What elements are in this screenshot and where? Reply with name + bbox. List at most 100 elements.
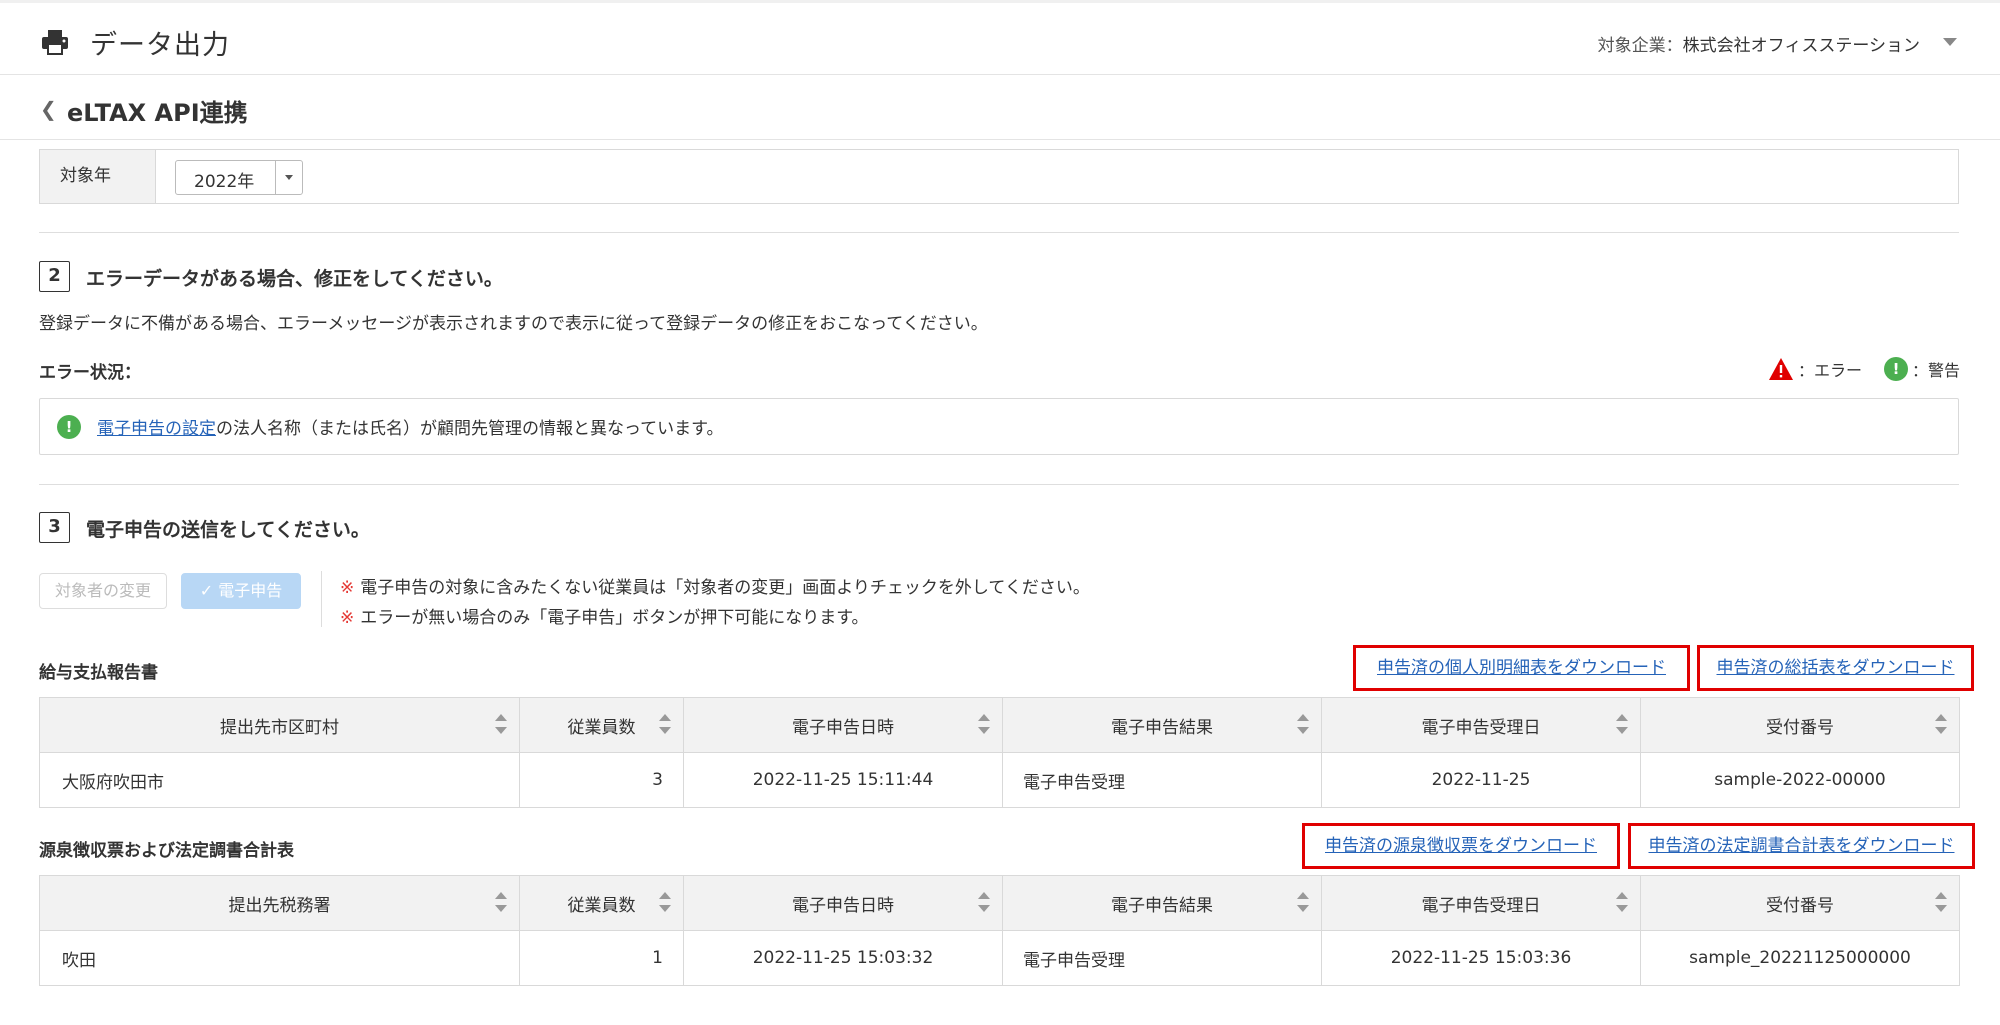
download-totals-link[interactable]: 申告済の法定調書合計表をダウンロード	[1649, 836, 1955, 856]
chevron-left-icon[interactable]: ❮	[40, 97, 57, 121]
note-text: 電子申告の対象に含みたくない従業員は「対象者の変更」画面よりチェックを外してくだ…	[360, 578, 1090, 598]
sort-icon[interactable]	[495, 714, 507, 736]
column-header[interactable]: 受付番号	[1640, 875, 1960, 931]
column-header[interactable]: 電子申告日時	[683, 697, 1003, 753]
error-message: 電子申告の設定の法人名称（または氏名）が顧問先管理の情報と異なっています。	[97, 414, 723, 439]
column-header-label: 電子申告結果	[1111, 717, 1213, 738]
cell-city: 大阪府吹田市	[39, 752, 520, 808]
column-header[interactable]: 提出先市区町村	[39, 697, 520, 753]
sort-icon[interactable]	[659, 892, 671, 914]
year-select-toggle[interactable]	[275, 161, 302, 194]
step-2-description: 登録データに不備がある場合、エラーメッセージが表示されますので表示に従って登録デ…	[39, 314, 988, 334]
status-legend: ：エラー ! ：警告	[1746, 356, 1960, 382]
column-header-label: 提出先市区町村	[220, 717, 339, 738]
legend-warning-label: ：警告	[1911, 361, 1960, 380]
column-header-label: 従業員数	[567, 717, 636, 738]
sort-icon[interactable]	[1616, 714, 1628, 736]
withholding-table: 提出先税務署 従業員数 電子申告日時 電子申告結果 電子申告受理日 受付番号 吹…	[39, 875, 1960, 986]
column-header-label: 電子申告受理日	[1421, 895, 1541, 916]
error-message-box: ! 電子申告の設定の法人名称（または氏名）が顧問先管理の情報と異なっています。	[39, 398, 1959, 455]
warning-circle-icon: !	[57, 415, 81, 439]
note-mark: ※	[340, 608, 355, 628]
legend-error: ：エラー	[1768, 357, 1862, 381]
caret-down-icon	[285, 175, 293, 180]
column-header-label: 受付番号	[1766, 717, 1834, 738]
year-filter-row: 対象年 2022年	[39, 149, 1959, 204]
sort-icon[interactable]	[1935, 714, 1947, 736]
column-header[interactable]: 従業員数	[519, 875, 684, 931]
column-header[interactable]: 電子申告結果	[1002, 697, 1322, 753]
cell-receipt: sample-2022-00000	[1640, 752, 1960, 808]
step-title: エラーデータがある場合、修正をしてください。	[86, 268, 503, 290]
table-header-row: 提出先市区町村 従業員数 電子申告日時 電子申告結果 電子申告受理日 受付番号	[39, 697, 1960, 753]
chevron-down-icon[interactable]	[1943, 38, 1957, 46]
column-header[interactable]: 従業員数	[519, 697, 684, 753]
sort-icon[interactable]	[1297, 714, 1309, 736]
column-header[interactable]: 電子申告受理日	[1321, 875, 1641, 931]
table-header-row: 提出先税務署 従業員数 電子申告日時 電子申告結果 電子申告受理日 受付番号	[39, 875, 1960, 931]
legend-error-label: ：エラー	[1797, 361, 1862, 380]
column-header[interactable]: 提出先税務署	[39, 875, 520, 931]
cell-accepted: 2022-11-25 15:03:36	[1321, 930, 1641, 986]
top-bar: データ出力 対象企業：株式会社オフィスステーション	[0, 0, 2000, 75]
cell-office: 吹田	[39, 930, 520, 986]
salary-report-label: 給与支払報告書	[39, 663, 158, 683]
column-header-label: 電子申告日時	[792, 895, 894, 916]
download-individual-link[interactable]: 申告済の個人別明細表をダウンロード	[1377, 658, 1666, 678]
divider	[39, 484, 1959, 485]
change-target-button[interactable]: 対象者の変更	[39, 573, 167, 609]
download-slips-link[interactable]: 申告済の源泉徴収票をダウンロード	[1325, 836, 1597, 856]
download-slips-highlight: 申告済の源泉徴収票をダウンロード	[1302, 823, 1620, 869]
sort-icon[interactable]	[978, 892, 990, 914]
step-title: 電子申告の送信をしてください。	[86, 519, 370, 541]
note-mark: ※	[340, 578, 355, 598]
sort-icon[interactable]	[659, 714, 671, 736]
column-header[interactable]: 受付番号	[1640, 697, 1960, 753]
table-row: 吹田 1 2022-11-25 15:03:32 電子申告受理 2022-11-…	[39, 930, 1960, 986]
column-header-label: 電子申告日時	[792, 717, 894, 738]
sort-icon[interactable]	[978, 714, 990, 736]
year-select-value: 2022年	[194, 172, 255, 192]
download-totals-highlight: 申告済の法定調書合計表をダウンロード	[1628, 823, 1975, 869]
column-header[interactable]: 電子申告日時	[683, 875, 1003, 931]
sort-icon[interactable]	[495, 892, 507, 914]
cell-employees: 3	[519, 752, 684, 808]
efile-button[interactable]: ✓ 電子申告	[181, 573, 301, 609]
warning-circle-icon: !	[1883, 357, 1908, 381]
download-summary-highlight: 申告済の総括表をダウンロード	[1697, 645, 1974, 691]
cell-result: 電子申告受理	[1002, 752, 1322, 808]
cell-filed-at: 2022-11-25 15:03:32	[683, 930, 1003, 986]
company-name: 株式会社オフィスステーション	[1682, 36, 1920, 56]
note-line: ※ エラーが無い場合のみ「電子申告」ボタンが押下可能になります。	[340, 603, 1090, 633]
divider	[39, 232, 1959, 233]
withholding-label: 源泉徴収票および法定調書合計表	[39, 841, 294, 861]
notes-separator	[321, 571, 322, 627]
step-3-notes: ※ 電子申告の対象に含みたくない従業員は「対象者の変更」画面よりチェックを外してく…	[340, 573, 1090, 633]
cell-filed-at: 2022-11-25 15:11:44	[683, 752, 1003, 808]
efile-settings-link[interactable]: 電子申告の設定	[97, 419, 216, 439]
error-triangle-icon	[1768, 358, 1793, 380]
sort-icon[interactable]	[1616, 892, 1628, 914]
column-header-label: 電子申告結果	[1111, 895, 1213, 916]
efile-button-label: 電子申告	[218, 581, 283, 600]
note-text: エラーが無い場合のみ「電子申告」ボタンが押下可能になります。	[360, 608, 869, 628]
sort-icon[interactable]	[1297, 892, 1309, 914]
year-label: 対象年	[40, 150, 156, 203]
column-header-label: 提出先税務署	[228, 895, 331, 916]
error-message-text: の法人名称（または氏名）が顧問先管理の情報と異なっています。	[216, 419, 724, 439]
salary-report-table: 提出先市区町村 従業員数 電子申告日時 電子申告結果 電子申告受理日 受付番号 …	[39, 697, 1960, 808]
check-icon: ✓	[199, 581, 214, 600]
error-status-label: エラー状況：	[39, 363, 141, 383]
download-summary-link[interactable]: 申告済の総括表をダウンロード	[1717, 658, 1955, 678]
year-select[interactable]: 2022年	[175, 160, 303, 195]
download-individual-highlight: 申告済の個人別明細表をダウンロード	[1353, 645, 1690, 691]
legend-warning: ! ：警告	[1883, 357, 1960, 381]
note-line: ※ 電子申告の対象に含みたくない従業員は「対象者の変更」画面よりチェックを外してく…	[340, 573, 1090, 603]
column-header[interactable]: 電子申告受理日	[1321, 697, 1641, 753]
sub-header: ❮ eLTAX API連携	[0, 75, 2000, 140]
column-header-label: 従業員数	[567, 895, 636, 916]
sort-icon[interactable]	[1935, 892, 1947, 914]
column-header[interactable]: 電子申告結果	[1002, 875, 1322, 931]
company-selector[interactable]: 対象企業：株式会社オフィスステーション	[1598, 31, 1920, 56]
step-number: 3	[39, 512, 70, 543]
